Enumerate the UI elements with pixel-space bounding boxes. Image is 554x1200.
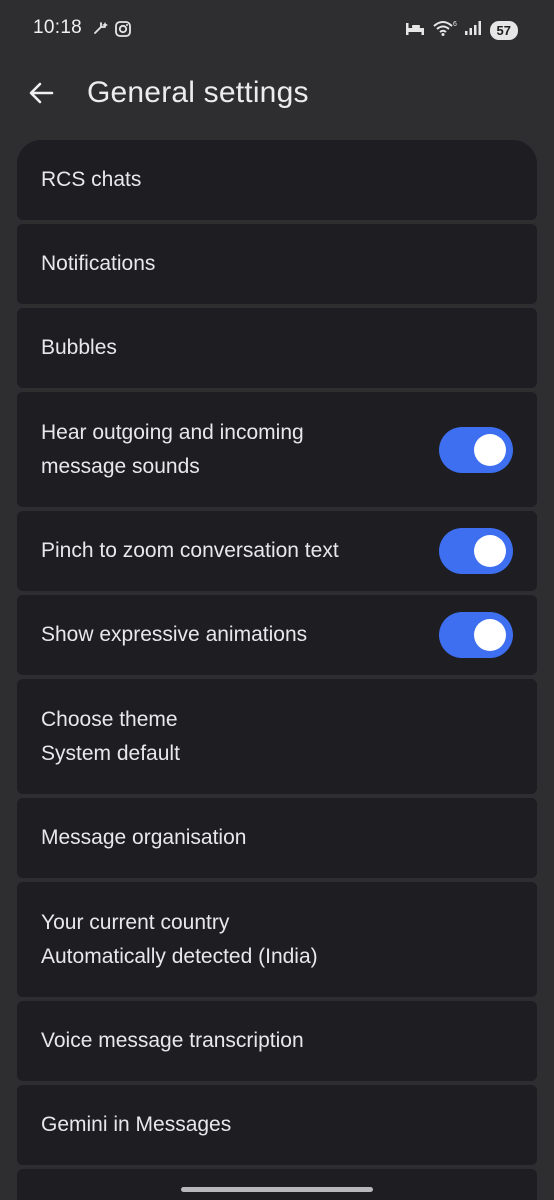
setting-label-line2: message sounds: [41, 454, 200, 478]
pinch-to-zoom-toggle[interactable]: [439, 528, 513, 574]
setting-label: Show expressive animations: [41, 623, 308, 646]
page-title: General settings: [87, 76, 309, 109]
setting-gemini[interactable]: Gemini in Messages: [17, 1085, 537, 1165]
setting-message-organisation[interactable]: Message organisation: [17, 798, 537, 878]
sleep-icon: [404, 19, 426, 42]
setting-bubbles[interactable]: Bubbles: [17, 308, 537, 388]
setting-expressive-animations[interactable]: Show expressive animations: [17, 595, 537, 675]
setting-summary: Automatically detected (India): [41, 944, 318, 968]
message-sounds-toggle[interactable]: [439, 426, 513, 473]
setting-label: Message organisation: [41, 826, 247, 849]
svg-text:6: 6: [453, 21, 457, 28]
signal-icon: [464, 19, 484, 42]
toggle-knob: [474, 535, 506, 567]
setting-label: Your current country Automatically detec…: [41, 906, 318, 974]
back-button[interactable]: [24, 78, 58, 112]
status-left-icons: [92, 20, 132, 43]
setting-label: Pinch to zoom conversation text: [41, 539, 339, 562]
settings-list: RCS chats Notifications Bubbles Hear out…: [17, 140, 537, 1200]
screen: 10:18 6 57 General settings RCS chats No…: [0, 0, 554, 1200]
battery-indicator: 57: [489, 21, 518, 40]
wifi-icon: 6: [432, 19, 458, 42]
setting-label-line1: Hear outgoing and incoming: [41, 420, 304, 444]
spark-icon: [92, 20, 110, 43]
setting-notifications[interactable]: Notifications: [17, 224, 537, 304]
setting-current-country[interactable]: Your current country Automatically detec…: [17, 882, 537, 997]
setting-label: Hear outgoing and incoming message sound…: [41, 416, 304, 484]
arrow-left-icon: [27, 79, 55, 112]
setting-label: Voice message transcription: [41, 1029, 304, 1052]
setting-voice-transcription[interactable]: Voice message transcription: [17, 1001, 537, 1081]
setting-label: RCS chats: [41, 168, 142, 191]
toggle-knob: [474, 433, 506, 466]
setting-label-line1: Choose theme: [41, 707, 178, 731]
home-indicator[interactable]: [181, 1187, 373, 1192]
setting-message-sounds[interactable]: Hear outgoing and incoming message sound…: [17, 392, 537, 507]
status-time: 10:18: [33, 17, 83, 38]
setting-summary: System default: [41, 741, 180, 765]
setting-choose-theme[interactable]: Choose theme System default: [17, 679, 537, 794]
expressive-animations-toggle[interactable]: [439, 612, 513, 658]
toggle-knob: [474, 619, 506, 651]
status-bar: 10:18 6 57: [0, 0, 554, 58]
status-right-icons: 6 57: [404, 19, 518, 42]
setting-label: Bubbles: [41, 336, 117, 359]
setting-label: Choose theme System default: [41, 703, 180, 771]
setting-label: Notifications: [41, 252, 156, 275]
setting-label-line1: Your current country: [41, 910, 230, 934]
setting-next-partial[interactable]: [17, 1169, 537, 1200]
setting-pinch-to-zoom[interactable]: Pinch to zoom conversation text: [17, 511, 537, 591]
app-bar: General settings: [0, 60, 554, 130]
instagram-icon: [114, 20, 132, 43]
setting-rcs-chats[interactable]: RCS chats: [17, 140, 537, 220]
setting-label: Gemini in Messages: [41, 1113, 232, 1136]
